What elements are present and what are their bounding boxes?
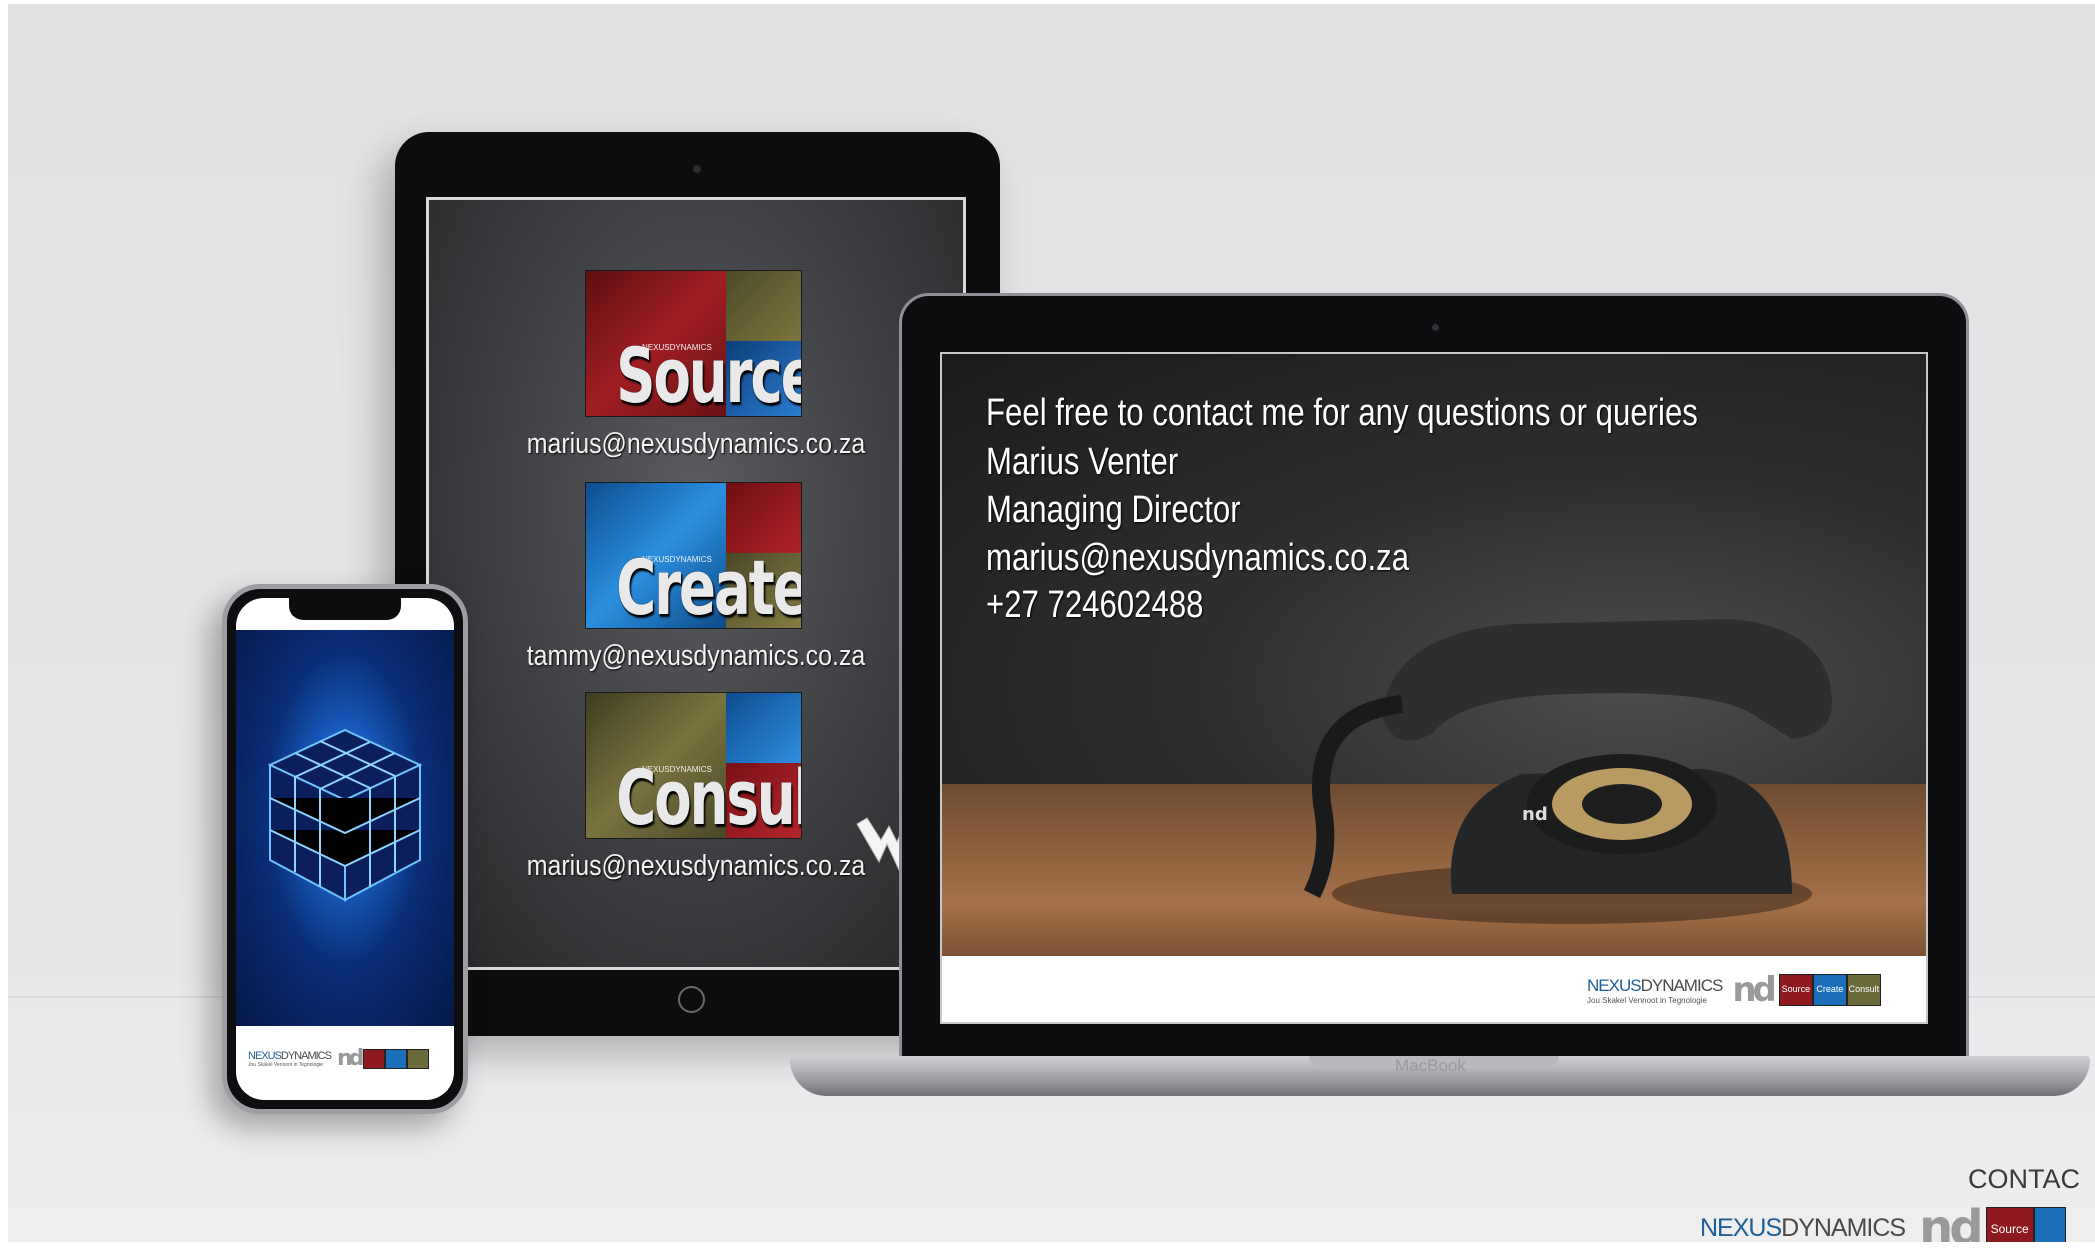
contact-email[interactable]: marius@nexusdynamics.co.za [986, 537, 1409, 580]
phone-wallpaper [236, 630, 454, 1026]
brand-nexus: NEXUS [1700, 1213, 1782, 1242]
contact-title: Managing Director [986, 489, 1241, 531]
laptop-device: nd Feel free to contact me for any quest… [899, 293, 1969, 1088]
macbook-label: MacBook [1395, 1056, 1466, 1075]
mini-tile-create: Create [1812, 974, 1847, 1006]
photo-watermark: nd [1522, 804, 1548, 825]
nd-logo-icon: nd [1919, 1200, 1984, 1242]
tablet-camera [693, 165, 701, 173]
mini-tile-source: Source [1985, 1207, 2034, 1242]
corner-contact-text: CONTAC [1968, 1164, 2080, 1194]
corner-brand: NEXUSDYNAMICS nd Source [1700, 1200, 2066, 1242]
brand-dynamics: DYNAMICS [280, 1049, 332, 1062]
contact-phone[interactable]: +27 724602488 [986, 584, 1203, 627]
footer-brand: NEXUSDYNAMICS Jou Skakel Vennoot in Tegn… [1587, 970, 1881, 1010]
laptop-screen: nd Feel free to contact me for any quest… [940, 352, 1928, 1024]
tablet-screen: NEXUSDYNAMICS Source marius@nexusdynamic… [426, 197, 966, 970]
phone-brand: NEXUSDYNAMICS Jou Skakel Vennoot in Tegn… [248, 1046, 430, 1071]
contact-intro: Feel free to contact me for any question… [986, 392, 1698, 434]
tablet-home-button[interactable] [678, 986, 705, 1013]
mini-tile-consult: Consult [1846, 974, 1881, 1006]
mini-tile-source [363, 1048, 386, 1069]
brand-dynamics: DYNAMICS [1640, 975, 1724, 995]
mockup-scene: NEXUSDYNAMICS Source marius@nexusdynamic… [8, 4, 2095, 1242]
tile-word: Source [616, 331, 802, 417]
mini-tile-create [2033, 1207, 2066, 1242]
contact-name: Marius Venter [986, 441, 1179, 483]
mini-tile-source: Source [1778, 974, 1813, 1006]
brand-tagline: Jou Skakel Vennoot in Tegnologie [248, 1061, 323, 1068]
mini-tile-consult [407, 1048, 430, 1069]
brand-nexus: NEXUS [1587, 975, 1642, 995]
phone-screen: NEXUSDYNAMICS Jou Skakel Vennoot in Tegn… [236, 598, 454, 1100]
laptop-camera [1432, 324, 1439, 331]
consult-tile: NEXUSDYNAMICS Consult [585, 692, 802, 839]
brand-nexus: NEXUS [248, 1049, 282, 1062]
tile-word: Create [616, 543, 802, 629]
phone-notch [289, 598, 401, 620]
create-tile: NEXUSDYNAMICS Create [585, 482, 802, 629]
source-tile: NEXUSDYNAMICS Source [585, 270, 802, 417]
phone-device: NEXUSDYNAMICS Jou Skakel Vennoot in Tegn… [222, 584, 468, 1114]
cube-graphic-icon [267, 728, 423, 902]
nd-logo-icon: nd [1732, 970, 1777, 1010]
create-email[interactable]: tammy@nexusdynamics.co.za [466, 640, 925, 673]
brand-tagline: Jou Skakel Vennoot in Tegnologie [1587, 995, 1707, 1005]
nd-logo-icon: nd [336, 1046, 364, 1071]
tile-word: Consult [616, 753, 801, 839]
mini-tile-create [385, 1048, 408, 1069]
source-email[interactable]: marius@nexusdynamics.co.za [466, 428, 925, 461]
brand-dynamics: DYNAMICS [1781, 1213, 1906, 1242]
rotary-phone-icon [1303, 619, 1832, 924]
laptop-footer-bar: NEXUSDYNAMICS Jou Skakel Vennoot in Tegn… [942, 956, 1926, 1022]
